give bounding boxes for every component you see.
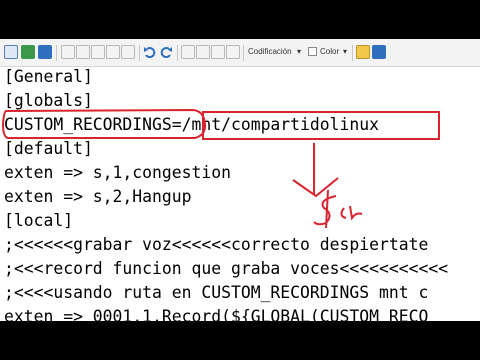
video-frame: Codificación ▾ Color ▾ [General] [global… [0,0,480,360]
path-highlight-box [202,111,440,140]
variable-circle-annotation [1,108,207,139]
red-pen-annotation [1,108,363,229]
arrow-annotation [292,143,339,198]
handwritten-note-annotation [313,189,363,229]
